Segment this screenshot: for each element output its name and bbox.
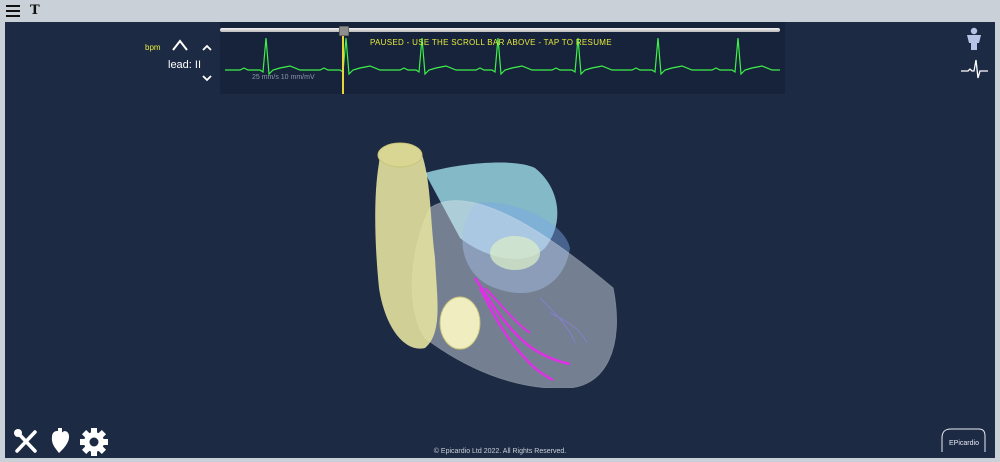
bpm-up-icon[interactable]: [171, 38, 189, 52]
top-toolbar: T: [0, 0, 1000, 22]
lead-down-icon[interactable]: [202, 74, 212, 82]
ecg-time-cursor[interactable]: [342, 36, 345, 94]
lead-label: lead: II: [168, 59, 202, 71]
hamburger-menu-icon[interactable]: [6, 5, 20, 17]
ecg-waveform-icon[interactable]: [960, 58, 990, 80]
logo-text: EPicardio: [949, 440, 979, 447]
ecg-scale-label: 25 mm/s 10 mm/mV: [252, 74, 315, 81]
bpm-label: bpm: [145, 43, 161, 52]
copyright-text: © Epicardio Ltd 2022. All Rights Reserve…: [433, 448, 567, 455]
heart-viewport[interactable]: PAUSED - USE THE SCROLL BAR ABOVE - TAP …: [5, 22, 995, 458]
paused-message[interactable]: PAUSED - USE THE SCROLL BAR ABOVE - TAP …: [370, 38, 612, 47]
human-body-icon[interactable]: [962, 27, 986, 51]
heart-3d-model[interactable]: [365, 128, 625, 388]
text-tool-button[interactable]: T: [30, 3, 40, 18]
lead-up-icon[interactable]: [202, 44, 212, 52]
